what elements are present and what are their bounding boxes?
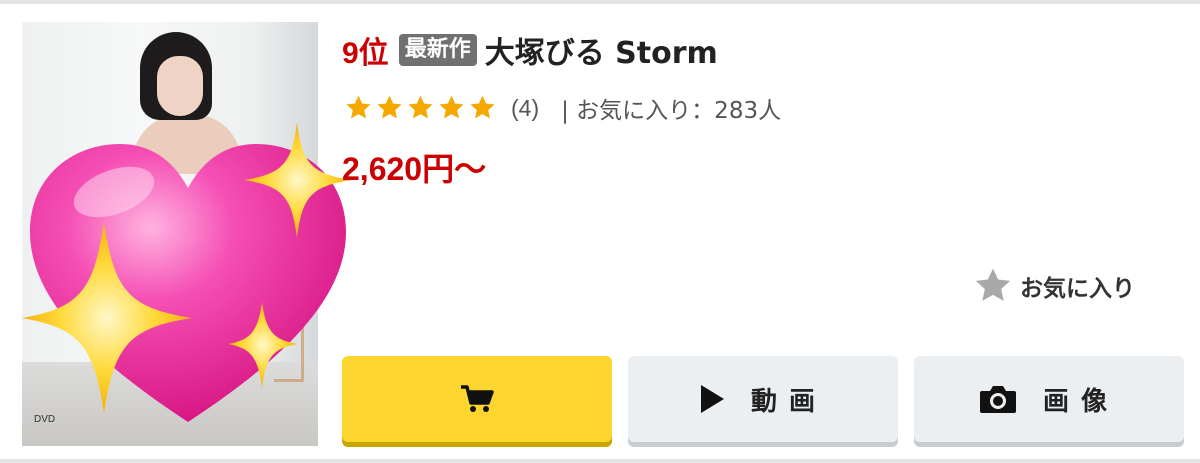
cart-icon [461, 385, 494, 412]
add-to-cart-button[interactable] [342, 356, 612, 442]
play-icon [700, 385, 724, 413]
favorite-label: お気に入り [1020, 276, 1135, 302]
thumbnail-figure-face [157, 56, 203, 116]
video-button-label: 動画 [750, 386, 827, 417]
image-button[interactable]: 画像 [914, 356, 1184, 442]
rating-row: (4) | お気に入り：283人 [344, 90, 781, 126]
favorites-count: | お気に入り：283人 [561, 98, 782, 124]
star-rating [344, 94, 497, 122]
add-favorite-button[interactable]: お気に入り [972, 266, 1135, 306]
sparkling-heart-icon [22, 122, 354, 434]
new-release-badge: 最新作 [398, 34, 477, 66]
product-card: DVD 9位 最新作 大塚びる Storm (4) | お気に入り：283人 2… [0, 0, 1200, 463]
star-outline-icon [975, 268, 1011, 301]
camera-icon [979, 386, 1016, 413]
star-icon [439, 95, 464, 119]
star-icon [377, 95, 402, 119]
review-count[interactable]: (4) [511, 95, 539, 122]
star-icon [470, 95, 495, 119]
ranking-label: 9位 [342, 37, 389, 70]
star-icon [408, 95, 433, 119]
image-button-label: 画像 [1042, 386, 1119, 417]
product-title-row: 9位 最新作 大塚びる Storm [342, 28, 718, 72]
video-button[interactable]: 動画 [628, 356, 898, 442]
star-icon [346, 95, 371, 119]
product-title[interactable]: 大塚びる Storm [485, 28, 718, 72]
product-price: 2,620円〜 [342, 151, 487, 187]
